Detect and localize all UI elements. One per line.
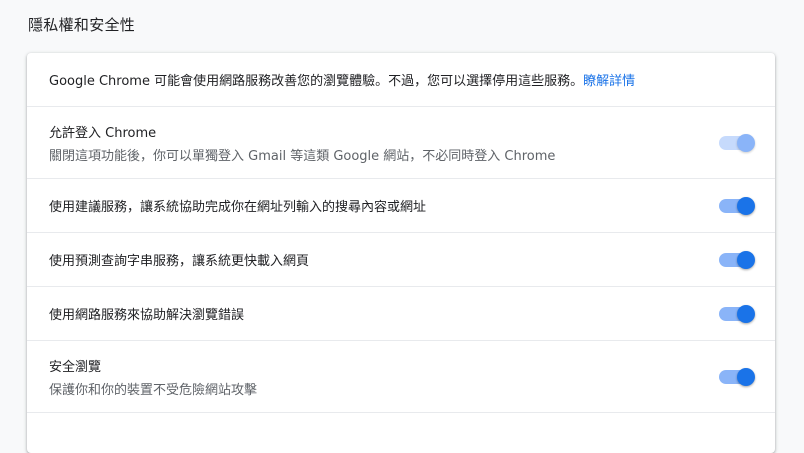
setting-sublabel: 保護你和你的裝置不受危險網站攻擊 [49, 382, 258, 398]
safe-browsing-toggle[interactable] [719, 367, 755, 386]
setting-text: 允許登入 Chrome 關閉這項功能後，你可以單獨登入 Gmail 等這類 Go… [49, 122, 753, 164]
section-title: 隱私權和安全性 [28, 16, 136, 34]
toggle-knob [737, 304, 755, 323]
toggle-knob [737, 196, 755, 215]
setting-safe-browsing[interactable]: 安全瀏覽 保護你和你的裝置不受危險網站攻擊 [27, 341, 775, 413]
setting-text: 安全瀏覽 保護你和你的裝置不受危險網站攻擊 [49, 356, 753, 398]
navigation-errors-toggle[interactable] [719, 304, 755, 323]
toggle-knob [737, 133, 755, 152]
setting-suggestion-service[interactable]: 使用建議服務，讓系統協助完成你在網址列輸入的搜尋內容或網址 [27, 179, 775, 233]
toggle-knob [737, 250, 755, 269]
privacy-settings-card: Google Chrome 可能會使用網路服務改善您的瀏覽體驗。不過，您可以選擇… [27, 53, 775, 453]
setting-label: 使用建議服務，讓系統協助完成你在網址列輸入的搜尋內容或網址 [49, 200, 427, 215]
setting-sublabel: 關閉這項功能後，你可以單獨登入 Gmail 等這類 Google 網站，不必同時… [49, 148, 556, 164]
setting-allow-chrome-signin[interactable]: 允許登入 Chrome 關閉這項功能後，你可以單獨登入 Gmail 等這類 Go… [27, 107, 775, 179]
suggestion-service-toggle[interactable] [719, 196, 755, 215]
setting-label: 允許登入 Chrome [49, 125, 157, 141]
allow-signin-toggle[interactable] [719, 133, 755, 152]
setting-prediction-service[interactable]: 使用預測查詢字串服務，讓系統更快載入網頁 [27, 233, 775, 287]
setting-label: 使用網路服務來協助解決瀏覽錯誤 [49, 308, 245, 323]
intro-text: Google Chrome 可能會使用網路服務改善您的瀏覽體驗。不過，您可以選擇… [49, 74, 584, 89]
setting-navigation-errors[interactable]: 使用網路服務來協助解決瀏覽錯誤 [27, 287, 775, 341]
setting-text: 使用建議服務，讓系統協助完成你在網址列輸入的搜尋內容或網址 [49, 196, 753, 215]
prediction-service-toggle[interactable] [719, 250, 755, 269]
setting-text: 使用網路服務來協助解決瀏覽錯誤 [49, 304, 753, 323]
toggle-knob [737, 367, 755, 386]
intro-row: Google Chrome 可能會使用網路服務改善您的瀏覽體驗。不過，您可以選擇… [27, 53, 775, 107]
setting-label: 使用預測查詢字串服務，讓系統更快載入網頁 [49, 254, 310, 269]
setting-text: 使用預測查詢字串服務，讓系統更快載入網頁 [49, 250, 753, 269]
learn-more-link[interactable]: 瞭解詳情 [583, 70, 635, 89]
setting-label: 安全瀏覽 [49, 359, 102, 375]
